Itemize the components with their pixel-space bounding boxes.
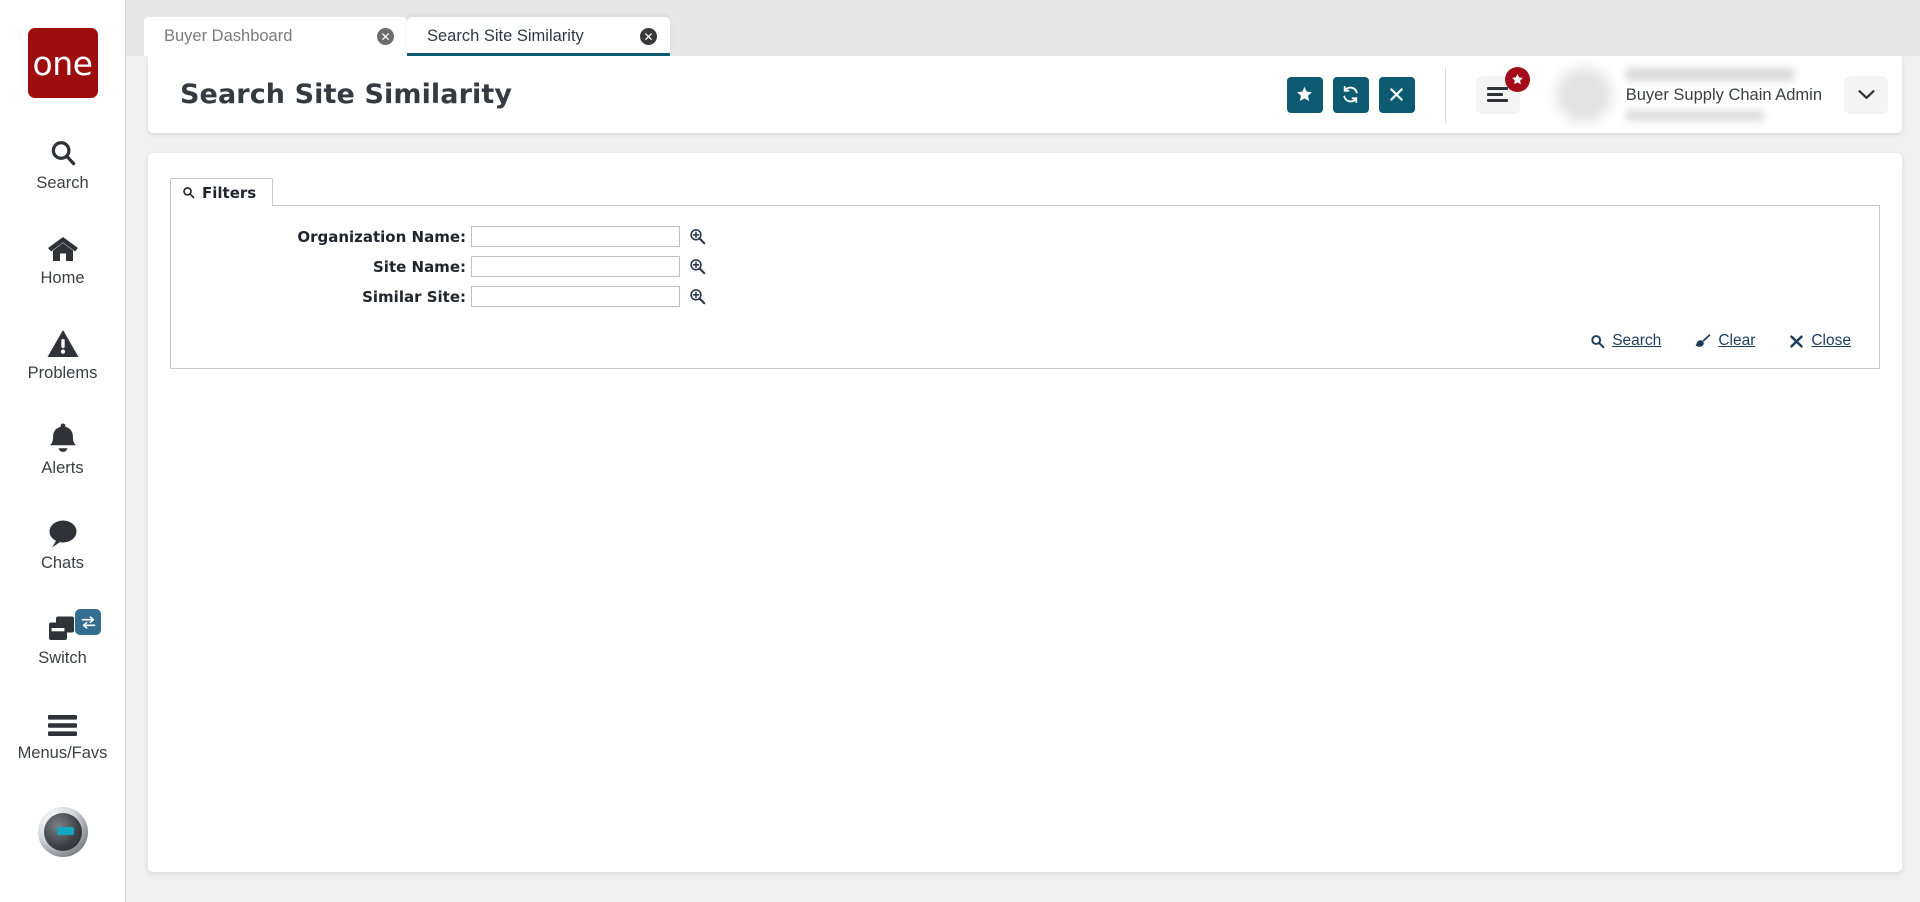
close-button[interactable]: [1378, 76, 1415, 113]
tab-label: Buyer Dashboard: [164, 27, 293, 45]
header-divider: [1444, 66, 1446, 123]
star-icon: [1511, 73, 1524, 86]
filter-row-organization-name: Organization Name:: [171, 226, 1879, 247]
assistant-avatar-icon[interactable]: [37, 807, 88, 857]
switch-toggle-badge[interactable]: [75, 609, 101, 635]
site-name-label: Site Name:: [373, 257, 466, 276]
hamburger-icon: [47, 698, 78, 738]
clear-action-label: Clear: [1718, 332, 1756, 349]
similar-site-lookup-icon[interactable]: [689, 288, 706, 305]
user-menu-chevron-down-icon[interactable]: [1844, 75, 1888, 114]
main-region: Buyer Dashboard ✕ Search Site Similarity…: [126, 0, 1920, 902]
site-name-lookup-icon[interactable]: [689, 258, 706, 275]
tab-label: Search Site Similarity: [427, 27, 584, 45]
close-x-icon: [1389, 87, 1404, 102]
tab-close-icon[interactable]: ✕: [640, 28, 657, 45]
favorite-button[interactable]: [1286, 76, 1323, 113]
close-x-icon: [1789, 334, 1804, 349]
tab-search-site-similarity[interactable]: Search Site Similarity ✕: [407, 17, 670, 56]
sidebar-item-problems[interactable]: Problems: [0, 318, 125, 383]
app-logo-text: one: [32, 43, 93, 83]
sidebar-item-label: Menus/Favs: [17, 744, 108, 762]
sidebar-item-label: Switch: [38, 649, 87, 667]
refresh-button[interactable]: [1332, 76, 1369, 113]
sidebar-item-label: Problems: [27, 364, 98, 382]
menu-favorites-button[interactable]: [1475, 66, 1530, 114]
favorites-badge: [1504, 66, 1530, 92]
star-icon: [1296, 86, 1313, 103]
warning-triangle-icon: [47, 318, 79, 358]
tab-buyer-dashboard[interactable]: Buyer Dashboard ✕: [144, 17, 407, 56]
page-title: Search Site Similarity: [180, 79, 513, 110]
left-nav-rail: one Search Home Problems Alerts Chats Sw…: [0, 0, 126, 902]
app-logo[interactable]: one: [27, 28, 98, 98]
user-name-redacted: [1625, 68, 1794, 81]
similar-site-label: Similar Site:: [362, 287, 466, 306]
avatar: [1555, 66, 1612, 123]
sidebar-item-search[interactable]: Search: [0, 128, 125, 193]
broom-icon: [1695, 333, 1711, 349]
filters-panel: Organization Name: Site Name: Similar Si…: [170, 205, 1880, 369]
filters-panel-label: Filters: [202, 183, 257, 202]
page-body: Filters Organization Name: Site Name: Si…: [126, 133, 1920, 902]
windows-stack-icon: [47, 603, 78, 643]
sidebar-item-alerts[interactable]: Alerts: [0, 413, 125, 478]
close-action[interactable]: Close: [1789, 332, 1851, 350]
filter-row-similar-site: Similar Site:: [171, 286, 1879, 307]
tab-close-icon[interactable]: ✕: [377, 28, 394, 45]
refresh-icon: [1341, 85, 1360, 104]
organization-name-input[interactable]: [471, 226, 680, 247]
user-org-redacted: [1625, 110, 1764, 121]
search-icon: [48, 128, 78, 168]
sidebar-item-label: Home: [40, 269, 85, 287]
sidebar-item-label: Chats: [40, 554, 85, 572]
tab-strip: Buyer Dashboard ✕ Search Site Similarity…: [126, 0, 1920, 56]
filter-actions: Search Clear Close: [171, 316, 1879, 354]
search-icon: [1590, 334, 1605, 349]
sidebar-item-home[interactable]: Home: [0, 223, 125, 288]
sidebar-item-chats[interactable]: Chats: [0, 508, 125, 573]
header-action-buttons: [1286, 76, 1415, 113]
search-icon: [182, 186, 195, 199]
organization-name-label: Organization Name:: [297, 227, 466, 246]
sidebar-item-switch[interactable]: Switch: [0, 603, 125, 668]
chat-bubble-icon: [47, 508, 78, 548]
similar-site-input[interactable]: [471, 286, 680, 307]
clear-action[interactable]: Clear: [1695, 332, 1755, 350]
home-icon: [47, 223, 79, 263]
bell-icon: [49, 413, 77, 453]
page-header: Search Site Similarity Buyer Supply Chai…: [148, 56, 1902, 133]
sidebar-item-label: Alerts: [41, 459, 84, 477]
site-name-input[interactable]: [471, 256, 680, 277]
hamburger-icon: [1487, 84, 1509, 105]
sidebar-item-label: Search: [36, 174, 89, 192]
user-role-label: Buyer Supply Chain Admin: [1625, 86, 1822, 104]
filters-panel-header[interactable]: Filters: [170, 178, 274, 206]
search-action[interactable]: Search: [1590, 332, 1661, 350]
close-action-label: Close: [1811, 332, 1851, 349]
organization-name-lookup-icon[interactable]: [689, 228, 706, 245]
search-action-label: Search: [1612, 332, 1662, 349]
content-card: Filters Organization Name: Site Name: Si…: [148, 153, 1902, 872]
user-profile[interactable]: Buyer Supply Chain Admin: [1555, 66, 1822, 123]
sidebar-item-menus-favs[interactable]: Menus/Favs: [0, 698, 125, 763]
filter-row-site-name: Site Name:: [171, 256, 1879, 277]
